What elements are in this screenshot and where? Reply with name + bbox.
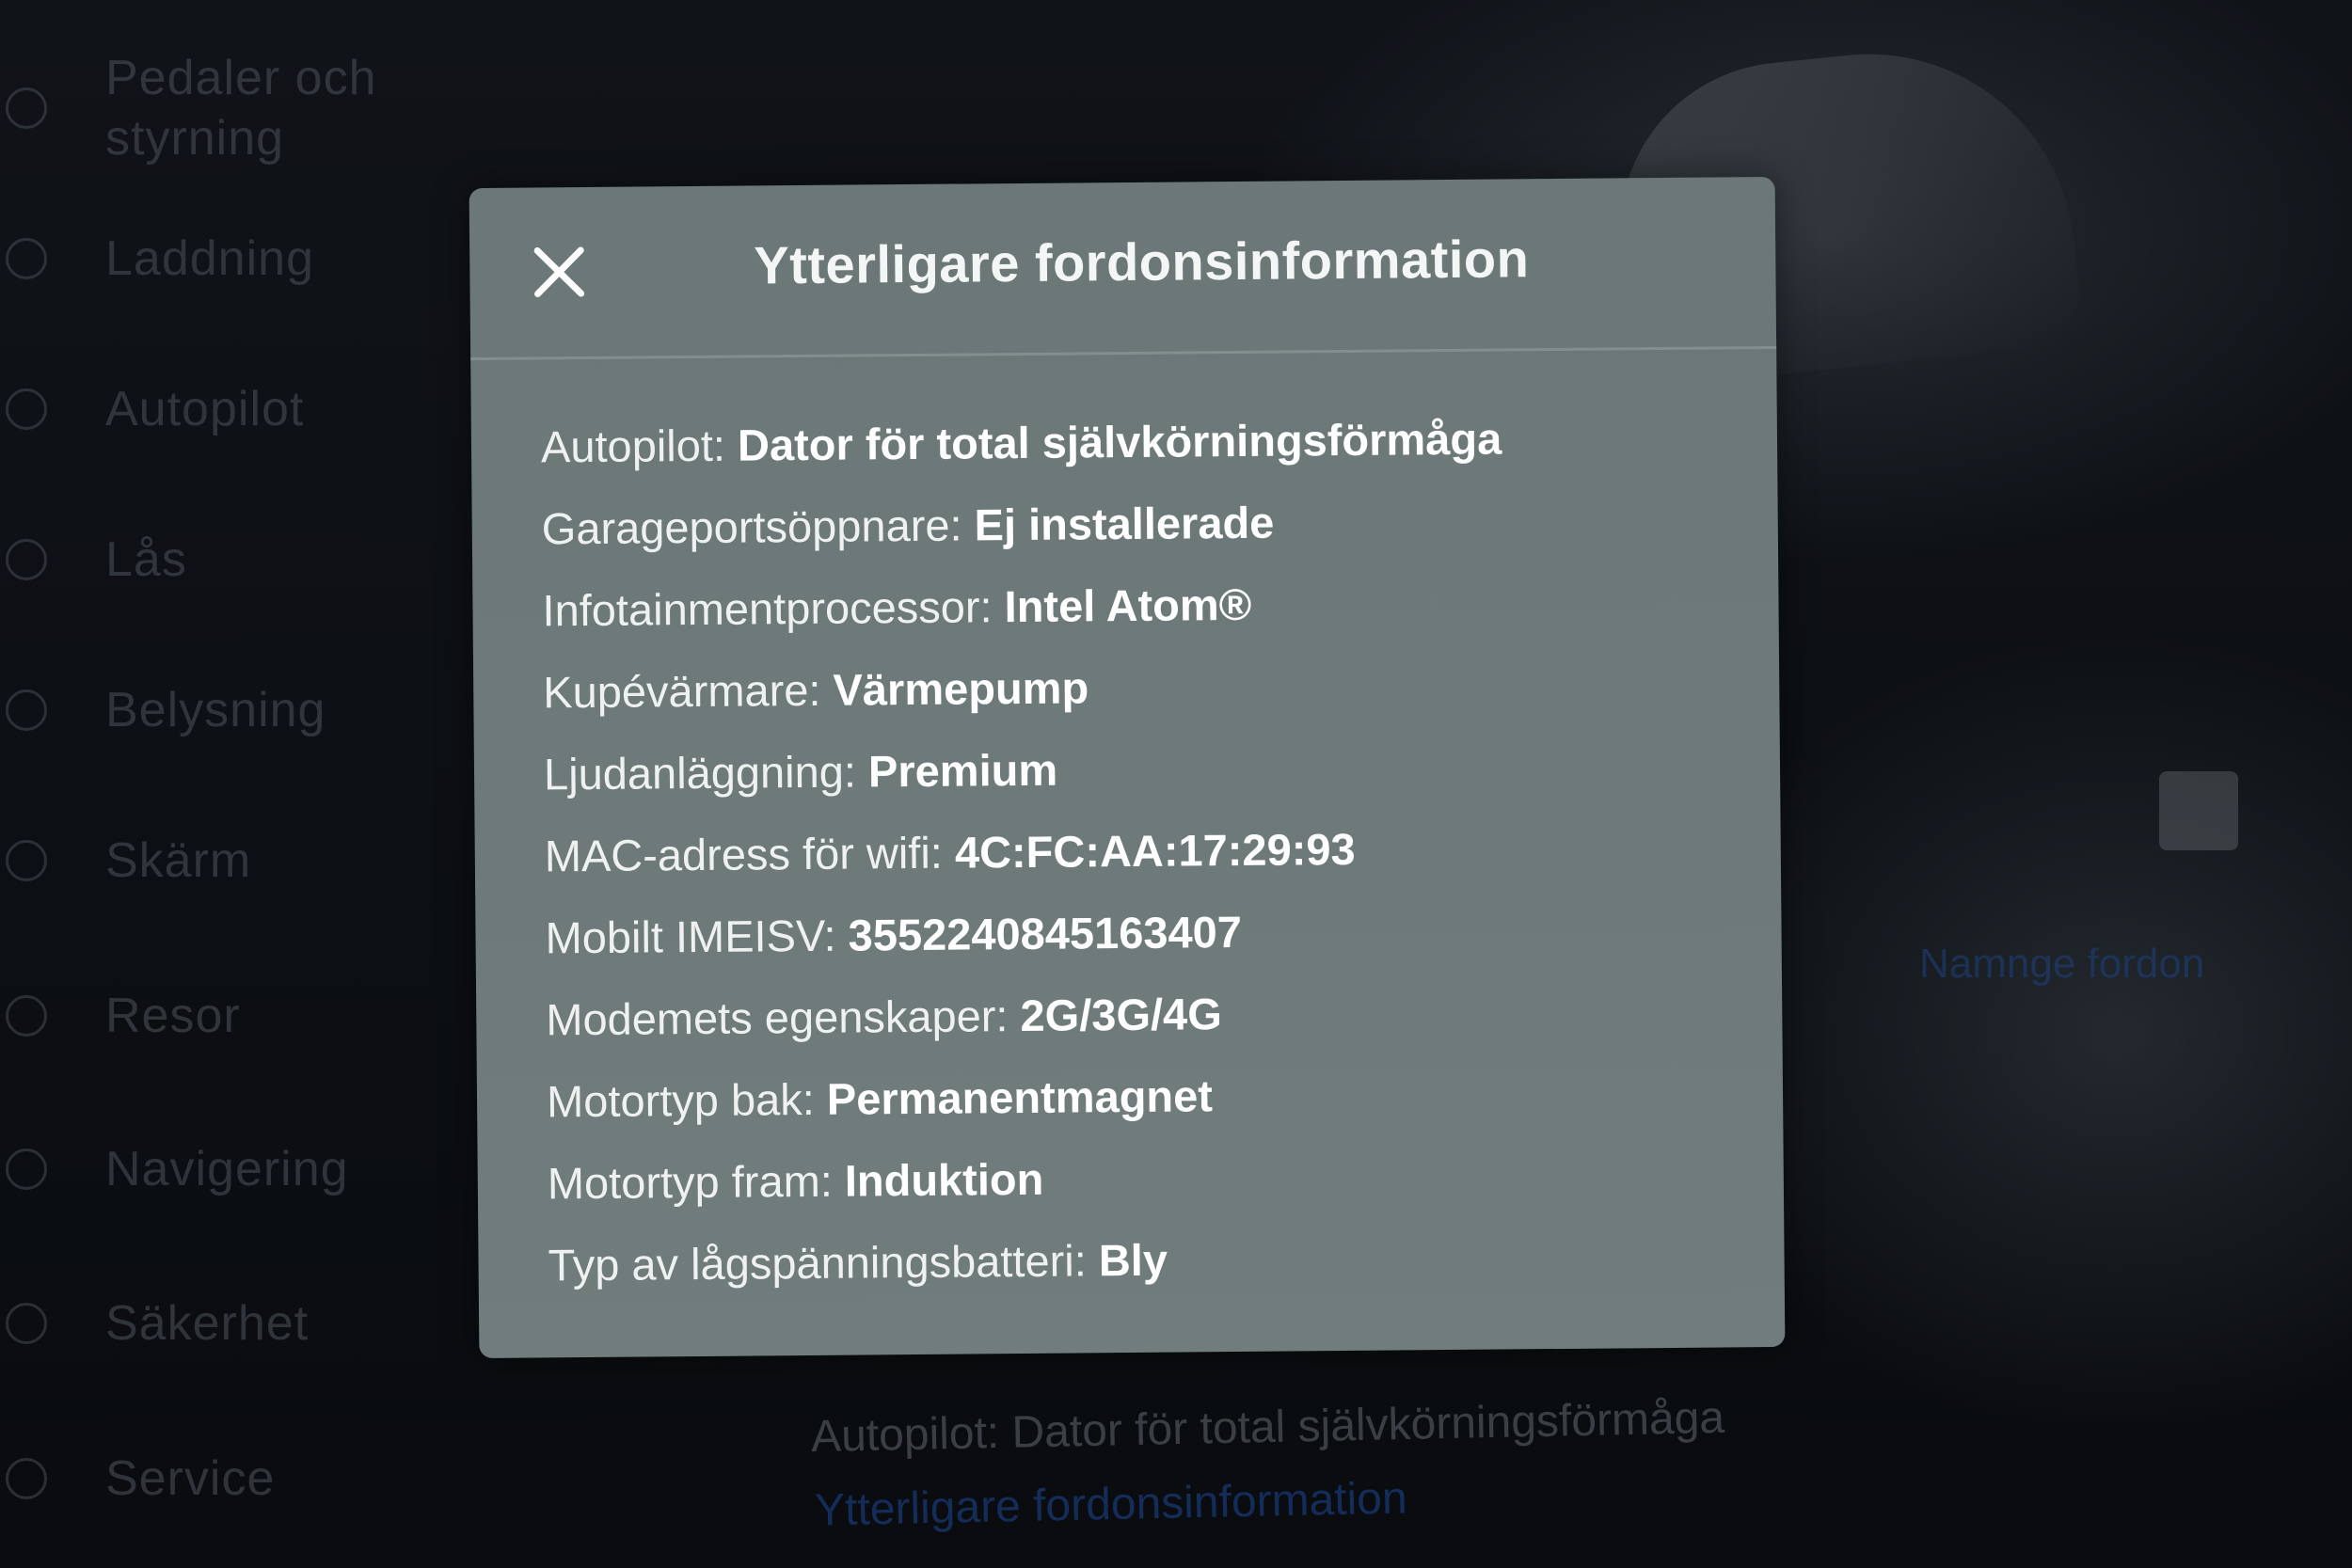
name-vehicle-link[interactable]: Namnge fordon: [1919, 941, 2204, 988]
sidebar-item-label: Navigering: [105, 1142, 349, 1196]
car-icon: [6, 87, 47, 129]
more-info-link[interactable]: Ytterligare fordonsinformation: [814, 1472, 1408, 1536]
info-value: Intel Atom®: [1004, 578, 1252, 632]
bolt-icon: [6, 238, 47, 279]
sidebar-item-label: Service: [105, 1451, 276, 1506]
info-list: Autopilot: Dator för total självkörnings…: [541, 395, 1734, 1306]
info-key: Autopilot:: [540, 420, 726, 472]
info-row-cabin-heater: Kupévärmare: Värmepump: [543, 641, 1729, 733]
modal-title: Ytterligare fordonsinformation: [754, 229, 1530, 295]
info-key: Typ av lågspänningsbatteri:: [548, 1235, 1088, 1291]
modal-header: Ytterligare fordonsinformation: [469, 176, 1777, 361]
sidebar-item-label: Autopilot: [105, 382, 305, 436]
info-row-front-motor: Motortyp fram: Induktion: [547, 1132, 1733, 1224]
sidebar-item-label: Laddning: [105, 231, 314, 286]
background-autopilot-text: Autopilot: Dator för total självkörnings…: [810, 1392, 1725, 1463]
navigation-icon: [6, 1148, 47, 1190]
info-row-sound-system: Ljudanläggning: Premium: [544, 722, 1730, 815]
background-button[interactable]: [2159, 771, 2238, 850]
info-key: Modemets egenskaper:: [546, 990, 1009, 1045]
info-value: Bly: [1098, 1234, 1168, 1286]
sidebar-item-trips[interactable]: Resor: [0, 945, 442, 1086]
info-value: 2G/3G/4G: [1020, 989, 1222, 1040]
info-row-low-voltage-battery: Typ av lågspänningsbatteri: Bly: [548, 1213, 1734, 1306]
info-key: Mobilt IMEISV:: [545, 910, 836, 963]
shield-icon: [6, 1303, 47, 1344]
info-key: MAC-adress för wifi:: [544, 827, 944, 881]
sidebar-item-pedals-steering[interactable]: Pedaler och styrning: [0, 38, 442, 179]
info-key: Infotainmentprocessor:: [542, 581, 993, 636]
info-key: Motortyp bak:: [546, 1073, 816, 1127]
sidebar-item-locks[interactable]: Lås: [0, 489, 442, 630]
info-key: Ljudanläggning:: [543, 746, 857, 800]
sidebar: Pedaler och styrning Laddning Autopilot …: [0, 0, 442, 1568]
info-value: Dator för total självkörningsförmåga: [737, 413, 1502, 470]
info-row-imeisv: Mobilt IMEISV: 3552240845163407: [545, 886, 1731, 978]
info-value: Värmepump: [833, 662, 1089, 715]
vehicle-info-modal: Ytterligare fordonsinformation Autopilot…: [469, 176, 1786, 1359]
sidebar-item-label: Belysning: [105, 683, 326, 737]
info-value: Premium: [867, 744, 1058, 797]
wrench-icon: [6, 1458, 47, 1499]
sidebar-item-lights[interactable]: Belysning: [0, 640, 442, 781]
sidebar-item-charging[interactable]: Laddning: [0, 188, 442, 329]
info-row-garage-door-opener: Garageportsöppnare: Ej installerade: [541, 477, 1727, 569]
lock-icon: [6, 539, 47, 580]
info-row-wifi-mac: MAC-adress för wifi: 4C:FC:AA:17:29:93: [544, 804, 1730, 896]
info-value: Ej installerade: [974, 497, 1275, 550]
sidebar-item-navigation[interactable]: Navigering: [0, 1099, 442, 1240]
info-value: 4C:FC:AA:17:29:93: [954, 823, 1356, 878]
screen: Pedaler och styrning Laddning Autopilot …: [0, 0, 2352, 1568]
info-key: Garageportsöppnare:: [541, 499, 962, 554]
info-row-infotainment-processor: Infotainmentprocessor: Intel Atom®: [542, 559, 1728, 651]
sidebar-item-label: Resor: [105, 989, 241, 1043]
sidebar-item-safety[interactable]: Säkerhet: [0, 1253, 442, 1394]
sidebar-item-autopilot[interactable]: Autopilot: [0, 339, 442, 480]
light-icon: [6, 689, 47, 731]
trips-icon: [6, 995, 47, 1037]
sidebar-item-display[interactable]: Skärm: [0, 790, 442, 931]
info-key: Kupévärmare:: [543, 664, 821, 718]
sidebar-item-label: Lås: [105, 532, 187, 587]
display-icon: [6, 840, 47, 881]
info-row-autopilot: Autopilot: Dator för total självkörnings…: [541, 395, 1727, 487]
info-value: Induktion: [844, 1153, 1044, 1206]
info-row-modem: Modemets egenskaper: 2G/3G/4G: [546, 968, 1732, 1060]
sidebar-item-label: Pedaler och styrning: [105, 51, 377, 166]
sidebar-item-service[interactable]: Service: [0, 1408, 442, 1549]
sidebar-item-label: Säkerhet: [105, 1296, 310, 1351]
info-value: Permanentmagnet: [826, 1070, 1214, 1124]
steering-wheel-icon: [6, 388, 47, 430]
info-row-rear-motor: Motortyp bak: Permanentmagnet: [547, 1050, 1733, 1142]
info-value: 3552240845163407: [848, 906, 1243, 960]
sidebar-item-label: Skärm: [105, 833, 252, 888]
info-key: Motortyp fram:: [547, 1155, 834, 1209]
